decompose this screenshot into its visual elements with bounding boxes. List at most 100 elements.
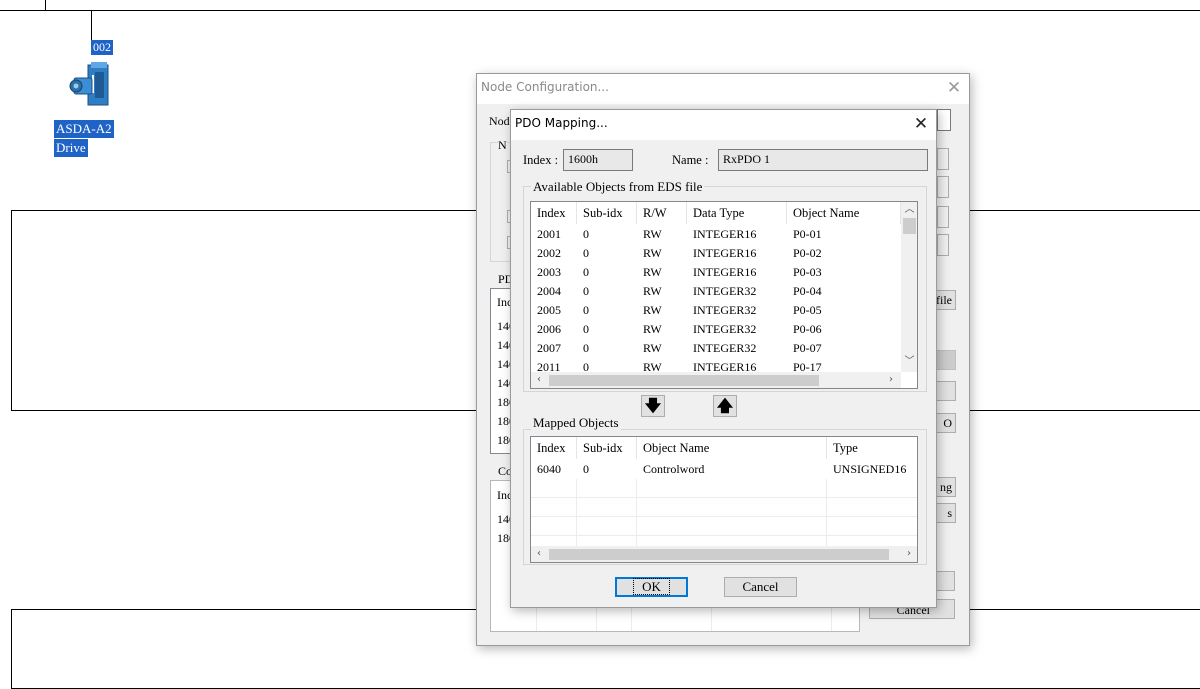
table-cell: 2001 xyxy=(537,227,561,241)
scroll-left-arrow[interactable]: ‹ xyxy=(531,546,547,562)
field-fragment[interactable] xyxy=(937,176,949,198)
table-cell: INTEGER16 xyxy=(693,227,757,241)
table-cell: INTEGER32 xyxy=(693,303,757,317)
table-cell: 6040 xyxy=(537,462,561,476)
scroll-up-arrow[interactable]: ︿ xyxy=(901,202,917,218)
empty-cell xyxy=(827,479,917,498)
available-objects-title: Available Objects from EDS file xyxy=(531,179,705,194)
column-header[interactable]: Index xyxy=(531,202,577,224)
table-cell: P0-07 xyxy=(793,341,822,355)
column-header[interactable]: Index xyxy=(531,437,577,459)
table-cell: 0 xyxy=(583,227,589,241)
horizontal-scrollbar[interactable]: ‹ › xyxy=(531,372,901,388)
table-cell: P0-02 xyxy=(793,246,822,260)
cancel-button[interactable]: Cancel xyxy=(724,577,797,597)
empty-cell xyxy=(577,517,637,536)
node-number[interactable]: 002 xyxy=(91,40,113,55)
close-icon[interactable]: ✕ xyxy=(943,78,965,98)
scroll-thumb[interactable] xyxy=(903,218,916,234)
node-label-fragment: Nod xyxy=(489,114,510,128)
table-cell: 0 xyxy=(583,265,589,279)
dialog-title: PDO Mapping... xyxy=(515,116,608,130)
table-cell: INTEGER32 xyxy=(693,322,757,336)
title-bar: PDO Mapping... ✕ xyxy=(511,110,936,140)
node-name-line2[interactable]: Drive xyxy=(54,139,88,157)
table-row[interactable]: 2004 0 RW INTEGER32 P0-04 xyxy=(531,282,901,301)
column-header[interactable]: Type xyxy=(827,437,917,459)
table-cell: P0-04 xyxy=(793,284,822,298)
arrow-up-icon[interactable]: 🡅 xyxy=(713,395,737,417)
pdo-mapping-dialog: PDO Mapping... ✕ Index : 1600h Name : Rx… xyxy=(510,109,937,608)
table-cell: Controlword xyxy=(643,462,705,476)
field-fragment[interactable] xyxy=(937,148,949,170)
node-group-fragment: N xyxy=(498,137,507,153)
title-bar: Node Configuration... ✕ xyxy=(477,74,969,104)
table-row[interactable]: 2001 0 RW INTEGER16 P0-01 xyxy=(531,225,901,244)
ok-button[interactable]: OK xyxy=(615,577,688,597)
table-cell: 0 xyxy=(583,462,589,476)
table-row[interactable]: 2005 0 RW INTEGER32 P0-05 xyxy=(531,301,901,320)
empty-cell xyxy=(637,479,827,498)
table-row[interactable]: 6040 0 Controlword UNSIGNED16 xyxy=(531,460,917,479)
table-cell: INTEGER32 xyxy=(693,284,757,298)
column-header[interactable]: Sub-idx xyxy=(577,202,637,224)
column-header[interactable]: Sub-idx xyxy=(577,437,637,459)
empty-cell xyxy=(531,517,577,536)
list-header: Index Sub-idx R/W Data Type Object Name xyxy=(531,202,901,224)
scroll-right-arrow[interactable]: › xyxy=(901,546,917,562)
table-row[interactable]: 2007 0 RW INTEGER32 P0-07 xyxy=(531,339,901,358)
scroll-thumb[interactable] xyxy=(549,549,889,560)
column-header[interactable]: Object Name xyxy=(637,437,827,459)
canvas-line xyxy=(91,10,92,42)
table-cell: RW xyxy=(643,341,662,355)
empty-cell xyxy=(531,498,577,517)
table-row[interactable]: 2003 0 RW INTEGER16 P0-03 xyxy=(531,263,901,282)
table-cell: 2003 xyxy=(537,265,561,279)
column-header[interactable]: Data Type xyxy=(687,202,787,224)
name-field-fragment[interactable] xyxy=(937,109,951,131)
empty-cell xyxy=(827,517,917,536)
index-label: Index : xyxy=(523,153,559,167)
empty-row xyxy=(531,498,917,517)
name-label: Name : xyxy=(672,153,709,167)
list-header: Index Sub-idx Object Name Type xyxy=(531,437,917,459)
node-name-line1[interactable]: ASDA-A2 xyxy=(54,120,114,138)
table-cell: 2004 xyxy=(537,284,561,298)
scroll-thumb[interactable] xyxy=(549,375,819,386)
empty-cell xyxy=(637,517,827,536)
servo-drive-icon[interactable] xyxy=(68,60,112,108)
table-cell: 0 xyxy=(583,341,589,355)
vertical-scrollbar[interactable]: ︿ ﹀ xyxy=(901,202,917,372)
empty-cell xyxy=(531,479,577,498)
table-cell: RW xyxy=(643,227,662,241)
empty-cell xyxy=(637,498,827,517)
table-cell: INTEGER16 xyxy=(693,246,757,260)
empty-cell xyxy=(827,498,917,517)
available-objects-list[interactable]: Index Sub-idx R/W Data Type Object Name … xyxy=(530,201,918,389)
scroll-right-arrow[interactable]: › xyxy=(883,372,899,388)
table-cell: 2002 xyxy=(537,246,561,260)
column-header[interactable]: Object Name xyxy=(787,202,901,224)
empty-cell xyxy=(577,479,637,498)
table-cell: P0-06 xyxy=(793,322,822,336)
table-cell: P0-05 xyxy=(793,303,822,317)
index-field[interactable]: 1600h xyxy=(563,149,633,171)
table-cell: RW xyxy=(643,246,662,260)
column-header[interactable]: R/W xyxy=(637,202,687,224)
close-icon[interactable]: ✕ xyxy=(910,114,932,134)
table-cell: RW xyxy=(643,284,662,298)
field-fragment[interactable] xyxy=(937,234,949,256)
horizontal-scrollbar[interactable]: ‹ › xyxy=(531,546,917,562)
table-row[interactable]: 2006 0 RW INTEGER32 P0-06 xyxy=(531,320,901,339)
table-cell: 2007 xyxy=(537,341,561,355)
table-cell: 0 xyxy=(583,284,589,298)
name-field[interactable]: RxPDO 1 xyxy=(718,149,928,171)
scroll-down-arrow[interactable]: ﹀ xyxy=(901,354,917,370)
scroll-left-arrow[interactable]: ‹ xyxy=(531,372,547,388)
canvas-line xyxy=(0,10,1200,11)
table-row[interactable]: 2002 0 RW INTEGER16 P0-02 xyxy=(531,244,901,263)
arrow-down-icon[interactable]: 🡇 xyxy=(641,395,665,417)
mapped-objects-list[interactable]: Index Sub-idx Object Name Type 6040 0 Cont… xyxy=(530,436,918,563)
field-fragment[interactable] xyxy=(937,206,949,228)
table-cell: INTEGER16 xyxy=(693,265,757,279)
